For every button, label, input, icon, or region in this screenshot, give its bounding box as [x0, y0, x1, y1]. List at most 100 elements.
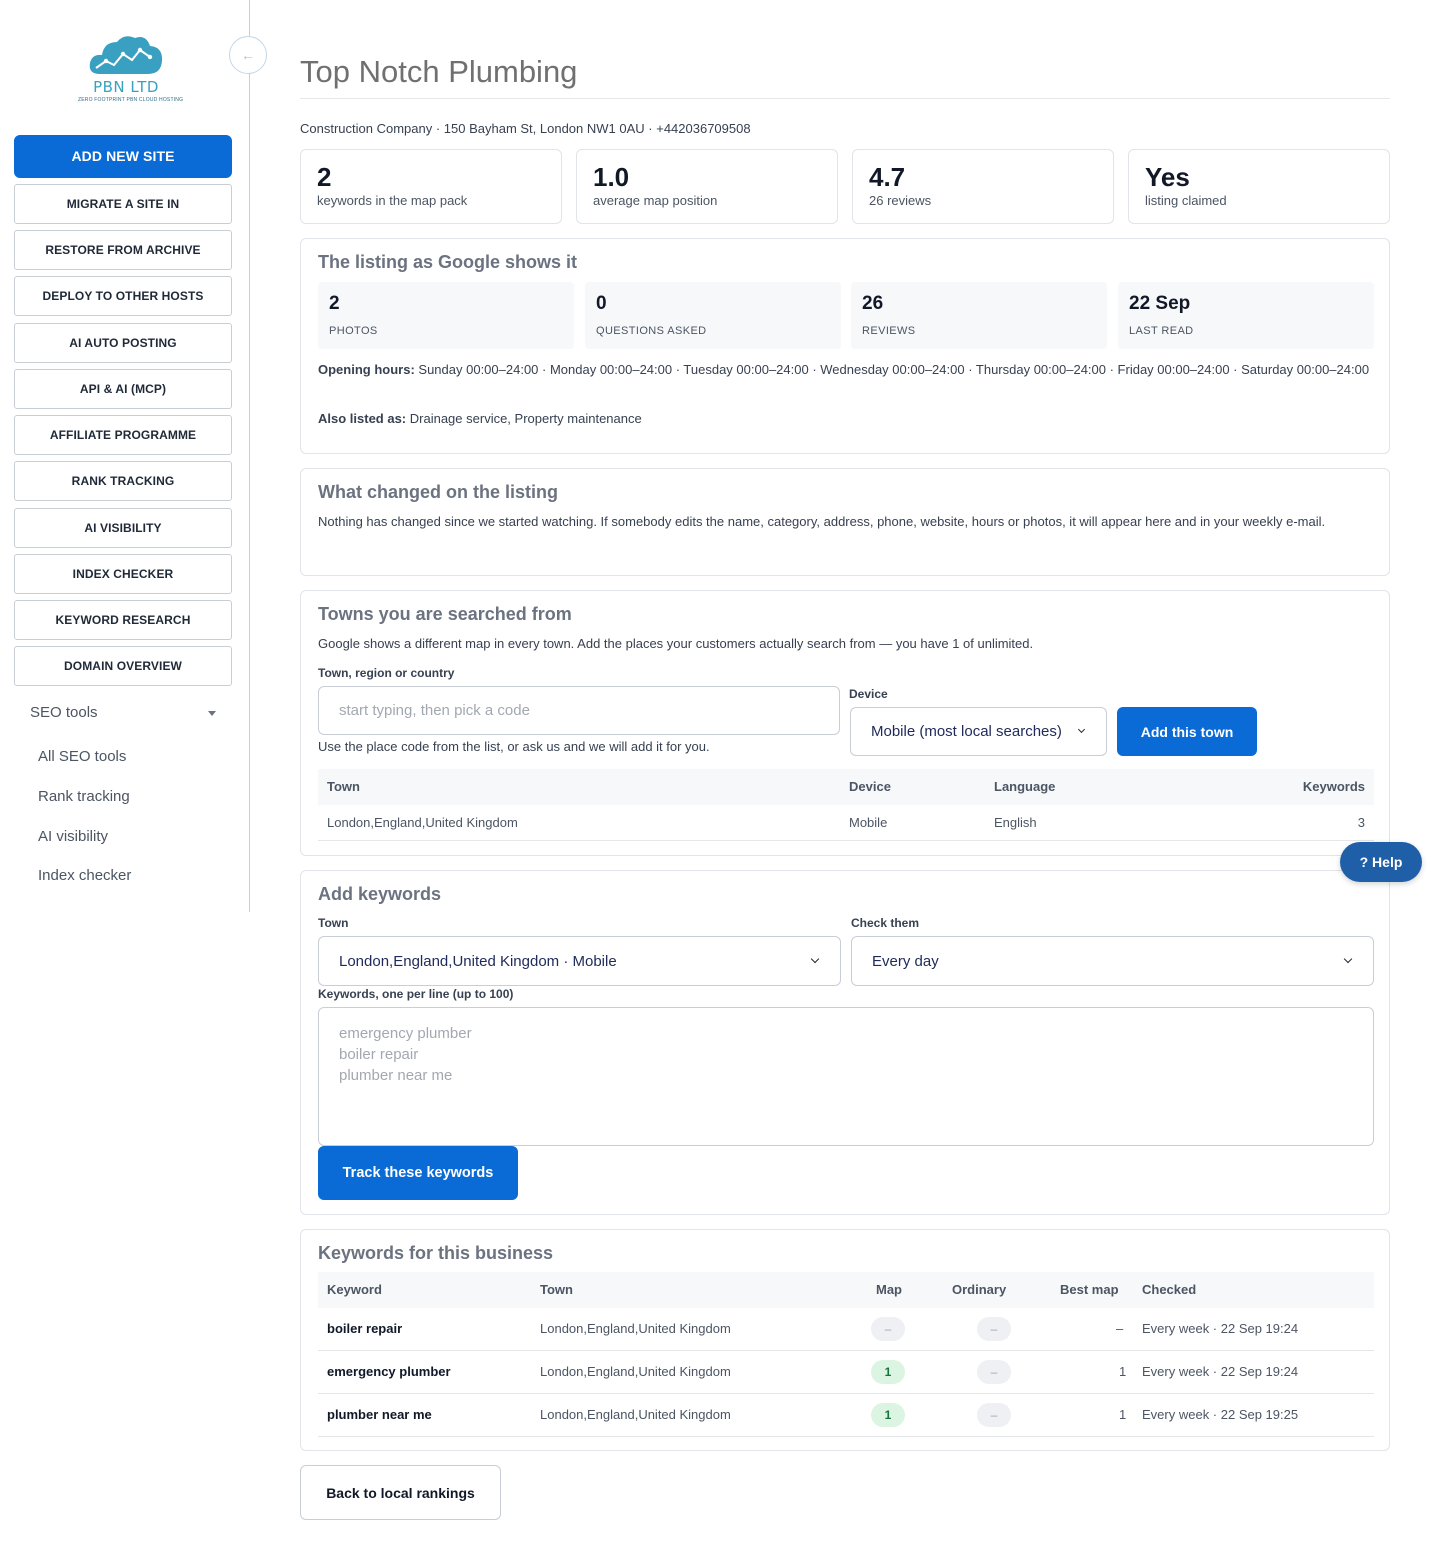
ai-visibility-button[interactable]: AI VISIBILITY	[14, 508, 232, 548]
add-keywords-panel: Add keywords Town London,England,United …	[300, 870, 1390, 1215]
ai-auto-posting-button[interactable]: AI AUTO POSTING	[14, 323, 232, 363]
changes-title: What changed on the listing	[318, 482, 558, 502]
keywords-count-cell: 3	[1357, 815, 1365, 830]
changes-text: Nothing has changed since we started wat…	[318, 514, 1326, 529]
brand-logo[interactable]: PBN LTD ZERO FOOTPRINT PBN CLOUD HOSTING	[78, 30, 184, 114]
migrate-site-button[interactable]: MIGRATE A SITE IN	[14, 184, 232, 224]
stat-label: 26 reviews	[869, 193, 932, 208]
mini-label: LAST READ	[1129, 325, 1194, 337]
seo-tools-toggle[interactable]: SEO tools	[30, 704, 220, 724]
stat-value: Yes	[1145, 162, 1190, 192]
keywords-table-header: Keyword Town Map Ordinary Best map Check…	[318, 1272, 1374, 1308]
also-listed-label: Also listed as:	[318, 411, 407, 426]
mini-label: QUESTIONS ASKED	[596, 325, 707, 337]
affiliate-programme-button[interactable]: AFFILIATE PROGRAMME	[14, 415, 232, 455]
stat-label: keywords in the map pack	[317, 193, 468, 208]
help-button[interactable]: ? Help	[1340, 842, 1422, 882]
checked-cell: Every week · 22 Sep 19:24	[1142, 1321, 1299, 1336]
town-cell: London,England,United Kingdom	[540, 1364, 731, 1379]
kw-town-select[interactable]: London,England,United Kingdom · Mobile	[318, 936, 841, 986]
stat-value: 4.7	[869, 162, 906, 192]
add-new-site-button[interactable]: ADD NEW SITE	[14, 135, 232, 178]
cloud-chart-icon	[89, 36, 163, 74]
back-to-local-rankings-button[interactable]: Back to local rankings	[300, 1465, 501, 1520]
ordinary-position-badge: –	[977, 1403, 1011, 1427]
towns-panel: Towns you are searched from Google shows…	[300, 590, 1390, 856]
sidebar-item-rank-tracking[interactable]: Rank tracking	[38, 788, 130, 805]
towns-title: Towns you are searched from	[318, 604, 572, 624]
chevron-down-icon	[810, 954, 820, 964]
opening-hours-value: Sunday 00:00–24:00 · Monday 00:00–24:00 …	[418, 362, 1370, 377]
th-checked: Checked	[1142, 1282, 1197, 1297]
api-ai-mcp-button[interactable]: API & AI (MCP)	[14, 369, 232, 409]
mini-label: PHOTOS	[329, 325, 378, 337]
town-cell: London,England,United Kingdom	[327, 815, 518, 830]
sidebar-item-ai-visibility[interactable]: AI visibility	[38, 828, 108, 845]
th-ordinary: Ordinary	[952, 1282, 1007, 1297]
title-divider	[300, 98, 1390, 99]
map-position-badge: –	[871, 1317, 905, 1341]
kw-town-select-value: London,England,United Kingdom · Mobile	[339, 952, 617, 970]
brand-name: PBN LTD	[93, 78, 159, 96]
table-row: emergency plumber London,England,United …	[318, 1351, 1374, 1394]
sidebar-item-index-checker[interactable]: Index checker	[38, 867, 131, 884]
mini-value: 0	[596, 293, 607, 314]
domain-overview-button[interactable]: DOMAIN OVERVIEW	[14, 646, 232, 686]
th-town: Town	[327, 779, 360, 794]
towns-table-header: Town Device Language Keywords	[318, 769, 1374, 805]
kw-town-label: Town	[318, 916, 349, 930]
map-position-badge: 1	[871, 1360, 905, 1384]
keywords-textarea[interactable]: emergency plumber boiler repair plumber …	[318, 1007, 1374, 1146]
listing-card-reviews: 26 REVIEWS	[851, 282, 1107, 349]
track-keywords-button[interactable]: Track these keywords	[318, 1146, 518, 1200]
device-select-value: Mobile (most local searches)	[871, 723, 1062, 740]
town-help-text: Use the place code from the list, or ask…	[318, 739, 710, 754]
check-frequency-label: Check them	[851, 916, 920, 930]
th-best-map: Best map	[1060, 1282, 1119, 1297]
keywords-table-panel: Keywords for this business Keyword Town …	[300, 1229, 1390, 1451]
index-checker-button[interactable]: INDEX CHECKER	[14, 554, 232, 594]
keyword-cell: boiler repair	[327, 1321, 403, 1336]
keyword-research-button[interactable]: KEYWORD RESEARCH	[14, 600, 232, 640]
listing-card-last-read: 22 Sep LAST READ	[1118, 282, 1374, 349]
arrow-left-icon: ←	[241, 47, 255, 63]
stat-value: 1.0	[593, 162, 630, 192]
th-keywords: Keywords	[1302, 779, 1365, 794]
add-town-button[interactable]: Add this town	[1117, 707, 1257, 756]
sidebar-item-all-seo-tools[interactable]: All SEO tools	[38, 748, 126, 765]
keywords-textarea-label: Keywords, one per line (up to 100)	[318, 987, 514, 1001]
listing-card-questions: 0 QUESTIONS ASKED	[585, 282, 841, 349]
device-field-label: Device	[849, 687, 888, 701]
changes-panel: What changed on the listing Nothing has …	[300, 468, 1390, 576]
seo-tools-label: SEO tools	[30, 704, 98, 721]
brand-tagline: ZERO FOOTPRINT PBN CLOUD HOSTING	[78, 97, 184, 103]
language-cell: English	[994, 815, 1037, 830]
listing-panel: The listing as Google shows it 2 PHOTOS …	[300, 238, 1390, 454]
chevron-down-icon	[1343, 954, 1353, 964]
listing-title: The listing as Google shows it	[318, 252, 578, 272]
th-keyword: Keyword	[327, 1282, 382, 1297]
towns-description: Google shows a different map in every to…	[318, 636, 1034, 651]
stat-card-map-pack: 2 keywords in the map pack	[300, 149, 562, 224]
th-device: Device	[849, 779, 891, 794]
restore-archive-button[interactable]: RESTORE FROM ARCHIVE	[14, 230, 232, 270]
device-select[interactable]: Mobile (most local searches)	[850, 707, 1107, 756]
check-frequency-value: Every day	[872, 952, 939, 970]
mini-value: 22 Sep	[1129, 293, 1191, 314]
town-field-label: Town, region or country	[318, 666, 455, 680]
best-map-cell: 1	[1119, 1364, 1127, 1379]
keyword-cell: plumber near me	[327, 1407, 432, 1422]
town-cell: London,England,United Kingdom	[540, 1321, 731, 1336]
listing-card-photos: 2 PHOTOS	[318, 282, 574, 349]
town-search-input[interactable]: start typing, then pick a code	[318, 686, 840, 735]
mini-label: REVIEWS	[862, 325, 916, 337]
th-map: Map	[876, 1282, 902, 1297]
rank-tracking-button[interactable]: RANK TRACKING	[14, 461, 232, 501]
caret-down-icon	[208, 711, 216, 716]
deploy-other-hosts-button[interactable]: DEPLOY TO OTHER HOSTS	[14, 276, 232, 316]
check-frequency-select[interactable]: Every day	[851, 936, 1374, 986]
chevron-down-icon	[1077, 725, 1086, 734]
collapse-sidebar-button[interactable]: ←	[229, 36, 267, 74]
checked-cell: Every week · 22 Sep 19:25	[1142, 1407, 1299, 1422]
map-position-badge: 1	[871, 1403, 905, 1427]
